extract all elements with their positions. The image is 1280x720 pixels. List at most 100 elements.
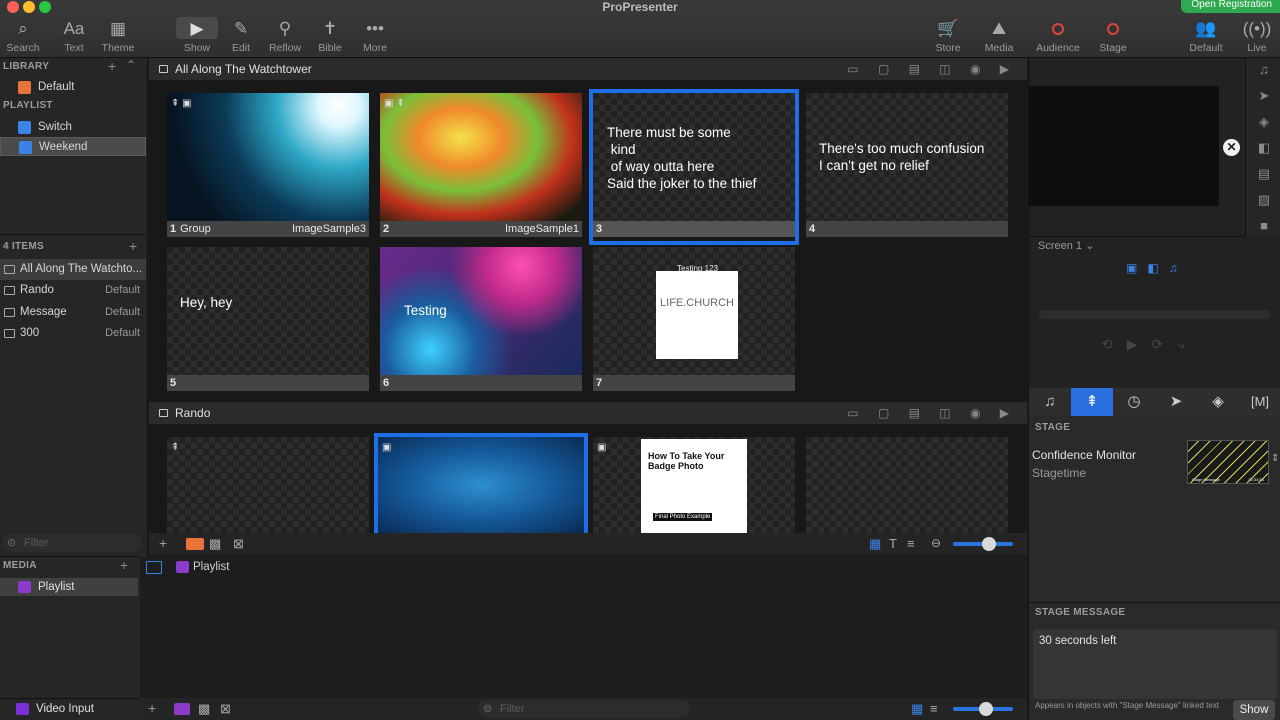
sidebar-toggle-icon[interactable]	[146, 561, 162, 574]
library-icon	[18, 81, 31, 94]
messages-tab[interactable]: ➤	[1155, 388, 1197, 416]
collapse-icon[interactable]: ⌃	[126, 58, 136, 72]
slide-2[interactable]: ▣ ⇞ 2 ImageSample1	[380, 93, 582, 241]
filter-icon: ⊜	[483, 703, 493, 715]
divider	[0, 234, 146, 235]
layers-tab[interactable]: ◈	[1197, 388, 1239, 416]
search-button[interactable]: ⌕ Search	[0, 18, 51, 54]
clear-all-icon[interactable]: ✕	[1223, 139, 1240, 156]
slide-label-bar: 6	[380, 375, 582, 391]
timer-tab[interactable]: ◷	[1113, 388, 1155, 416]
filter-icon: ⊜	[7, 537, 17, 549]
stage-message-input[interactable]: 30 seconds left	[1033, 629, 1277, 699]
list-view-icon[interactable]: ≡	[907, 536, 915, 551]
macros-tab[interactable]: [M]	[1239, 388, 1280, 416]
playlist-item-switch[interactable]: Switch	[0, 118, 146, 137]
slide-3[interactable]: There must be some kind of way outta her…	[589, 89, 799, 245]
stage-button[interactable]: Stage	[1085, 18, 1141, 54]
open-registration-button[interactable]: Open Registration	[1181, 0, 1280, 13]
add-item-icon[interactable]: +	[129, 238, 137, 254]
presentation-header[interactable]: Rando ▭ ▢ ▤ ◫ ◉ ▶	[149, 402, 1027, 424]
presentation-header[interactable]: All Along The Watchtower ▭ ▢ ▤ ◫ ◉ ▶	[149, 58, 1027, 80]
media-icon[interactable]: ▨	[1246, 192, 1280, 208]
transport-controls[interactable]: ⟲▶⟳⤷	[1101, 336, 1199, 353]
cart-icon: 🛒	[937, 19, 959, 38]
library-item-default[interactable]: Default	[0, 78, 146, 97]
checker-icon[interactable]: ▩	[198, 701, 210, 717]
slide-7[interactable]: LIFE.CHURCH Testing 123 7	[593, 247, 795, 395]
slide-5[interactable]: Hey, hey 5	[167, 247, 369, 395]
library-view-icon[interactable]	[186, 538, 204, 550]
stepper-icon[interactable]: ⇕	[1271, 453, 1279, 464]
zoom-slider-knob[interactable]	[982, 537, 996, 551]
slide-6[interactable]: Testing 6	[380, 247, 582, 395]
slide-thumbnail	[378, 437, 584, 533]
rando-slide[interactable]: How To Take Your Badge Photo Final Photo…	[593, 437, 795, 533]
item-row[interactable]: All Along The Watchto...	[0, 259, 146, 280]
preview-mode-icons[interactable]: ▣◧♫	[1126, 261, 1188, 275]
media-panel: MEDIA + Playlist Video Input	[0, 556, 140, 720]
more-button[interactable]: ••• More	[347, 18, 403, 54]
media-playlist-item[interactable]: Playlist	[0, 578, 138, 596]
presentation-header-icons[interactable]: ▭ ▢ ▤ ◫ ◉ ▶	[847, 58, 1017, 80]
media-filter-input[interactable]: ⊜ Filter	[478, 700, 690, 718]
stage-tab[interactable]: ⇞	[1071, 388, 1113, 416]
video-icon[interactable]: ■	[1246, 218, 1280, 233]
audience-button[interactable]: Audience	[1030, 18, 1086, 54]
playlist-item-weekend[interactable]: Weekend	[0, 137, 146, 156]
video-input-item[interactable]: Video Input	[0, 700, 138, 718]
media-button[interactable]: ⛰ Media	[971, 18, 1027, 54]
presentation-icon	[4, 286, 15, 295]
media-view-icon[interactable]	[174, 703, 190, 715]
music-icon[interactable]: ♫	[1246, 62, 1280, 77]
audience-record-icon	[1052, 23, 1064, 35]
layers-icon[interactable]: ◈	[1246, 114, 1280, 130]
presentation-header-icons[interactable]: ▭ ▢ ▤ ◫ ◉ ▶	[847, 402, 1017, 424]
store-button[interactable]: 🛒 Store	[920, 18, 976, 54]
media-playlist-icon	[176, 561, 189, 573]
slide-4[interactable]: There's too much confusion I can't get n…	[806, 93, 1008, 241]
media-breadcrumb[interactable]: Playlist	[193, 561, 229, 573]
theme-button[interactable]: ▦ Theme	[90, 18, 146, 54]
app-title: ProPresenter	[602, 0, 678, 14]
show-stage-message-button[interactable]: Show	[1233, 700, 1275, 720]
propresenter-window: ProPresenter Open Registration ⌕ Search A…	[0, 0, 1280, 720]
logo-card	[656, 271, 738, 359]
library-header: LIBRARY	[3, 61, 50, 72]
add-library-icon[interactable]: +	[108, 58, 116, 74]
slide-icon[interactable]: ▤	[1246, 166, 1280, 182]
rando-slide[interactable]: ⇞	[167, 437, 369, 533]
rando-slide[interactable]: ▣	[374, 433, 588, 537]
list-view-icon[interactable]: ≡	[930, 701, 938, 716]
add-media-icon[interactable]: +	[120, 557, 128, 573]
screen-selector[interactable]: Screen 1 ⌄	[1038, 239, 1094, 252]
audio-progress[interactable]	[1039, 310, 1271, 319]
checker-icon[interactable]: ▩	[209, 536, 221, 552]
presentation-area: All Along The Watchtower ▭ ▢ ▤ ◫ ◉ ▶ ⇞ ▣…	[149, 58, 1027, 556]
next-icon[interactable]: ⊠	[220, 701, 231, 717]
item-row[interactable]: 300 Default	[0, 323, 146, 344]
add-media-icon[interactable]: +	[148, 700, 156, 716]
media-zoom-knob[interactable]	[979, 702, 993, 716]
text-view-icon[interactable]: T	[889, 536, 897, 551]
next-icon[interactable]: ⊠	[233, 536, 244, 552]
music-tab[interactable]: ♫	[1029, 388, 1071, 416]
stage-layout-name: Confidence Monitor	[1032, 448, 1137, 462]
announce-icon[interactable]: ◧	[1246, 140, 1280, 156]
send-icon[interactable]: ➤	[1246, 88, 1280, 104]
default-look-button[interactable]: 👥 Default	[1178, 18, 1234, 54]
stage-layout-sub: Stagetime	[1032, 466, 1087, 480]
rando-slide[interactable]	[806, 437, 1008, 533]
live-button[interactable]: ((•)) Live	[1229, 18, 1280, 54]
zoom-out-icon[interactable]: ⊖	[931, 536, 941, 550]
presentation-icon	[159, 409, 168, 417]
items-filter-input[interactable]: ⊜ Filter	[2, 534, 142, 552]
grid-view-icon[interactable]: ▦	[869, 536, 881, 552]
item-row[interactable]: Rando Default	[0, 280, 146, 301]
slide-1[interactable]: ⇞ ▣ 1 Group ImageSample3	[167, 93, 369, 241]
media-badge-icon: ▣	[382, 442, 392, 453]
grid-view-icon[interactable]: ▦	[911, 701, 923, 717]
add-slide-icon[interactable]: +	[159, 535, 167, 551]
item-row[interactable]: Message Default	[0, 302, 146, 323]
stage-layout-thumbnail[interactable]: Stage Message 12:34:56	[1187, 440, 1269, 484]
